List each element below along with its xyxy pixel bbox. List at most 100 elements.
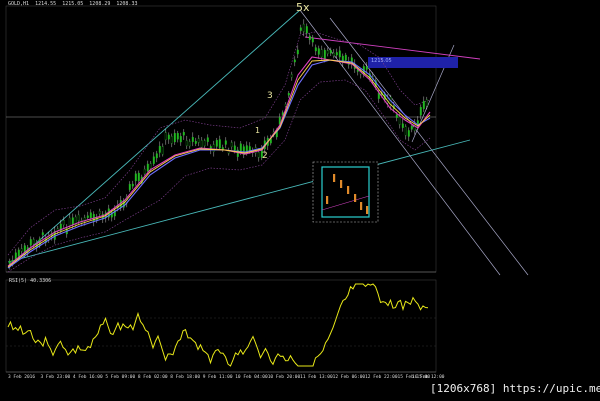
candle-body: [239, 143, 242, 152]
x-axis-label: 10 Feb 04:00: [235, 375, 268, 380]
chart-header: GOLD,H1 1214.55 1215.05 1208.29 1208.33: [8, 1, 137, 7]
candle-body: [320, 49, 323, 58]
candle-body: [152, 156, 155, 164]
candle-body: [86, 215, 89, 218]
ma-fast-line: [7, 56, 431, 267]
x-axis-label: 3 Feb 2016: [8, 375, 36, 380]
candle-body: [161, 146, 164, 155]
candle-body: [299, 27, 302, 31]
candle-body: [194, 141, 197, 144]
candle-body: [365, 66, 368, 70]
candle-body: [134, 173, 137, 182]
candle-body: [158, 145, 161, 153]
price-chart: [5, 5, 529, 373]
candle-body: [425, 99, 428, 107]
candle-body: [164, 132, 167, 141]
candle-body: [221, 147, 224, 150]
x-axis-label: 12 Feb 06:00: [332, 375, 366, 380]
candle-body: [173, 133, 176, 143]
candle-body: [131, 183, 134, 187]
candle-body: [203, 140, 206, 146]
x-axis-label: 5 Feb 09:00: [105, 375, 136, 380]
candle-body: [311, 37, 314, 43]
candle-body: [98, 211, 101, 214]
x-axis-label: 3 Feb 23:00: [40, 375, 71, 380]
candle-body: [137, 172, 140, 182]
x-axis-label: 4 Feb 16:00: [72, 375, 103, 380]
lower-trendline[interactable]: [7, 139, 471, 263]
candle-body: [257, 152, 260, 158]
candle-body: [179, 136, 182, 143]
candle-body: [329, 49, 332, 54]
inset-candle: [340, 180, 343, 188]
inset-outer-frame: [312, 161, 379, 223]
rsi-panel-frame: [5, 279, 437, 373]
candle-body: [338, 50, 341, 58]
candle-body: [290, 74, 293, 78]
candle-body: [68, 217, 71, 226]
rsi-line: [7, 283, 429, 367]
candle-body: [401, 123, 404, 128]
candle-body: [188, 141, 191, 147]
candle-body: [170, 136, 173, 144]
candle-body: [215, 139, 218, 147]
inset-chart[interactable]: [312, 161, 379, 223]
main-panel-frame: [5, 5, 437, 273]
candle-body: [344, 54, 347, 61]
upper-trendline[interactable]: [7, 9, 301, 269]
candle-body: [422, 101, 425, 109]
candle-body: [20, 248, 23, 252]
candle-body: [191, 137, 194, 142]
candle-body: [323, 49, 326, 60]
candle-body: [293, 59, 296, 63]
candle-body: [296, 49, 299, 55]
candle-body: [128, 184, 131, 190]
inset-candle: [347, 186, 350, 194]
candle-body: [314, 47, 317, 52]
candle-body: [326, 50, 329, 54]
x-axis-label: 9 Feb 11:00: [202, 375, 233, 380]
candle-body: [302, 23, 305, 32]
candles-layer: [8, 19, 428, 270]
ohlc-readout: 1214.55 1215.05 1208.29 1208.33: [35, 1, 138, 7]
candle-body: [200, 140, 203, 148]
inset-candle: [354, 194, 357, 202]
candle-body: [143, 168, 146, 175]
candle-body: [71, 217, 74, 225]
inset-candle: [326, 196, 329, 204]
candle-body: [212, 144, 215, 152]
candle-body: [146, 163, 149, 172]
x-axis-label: 10 Feb 20:00: [267, 375, 301, 380]
wave-label-5x: 5x: [296, 1, 310, 14]
candle-body: [155, 153, 158, 159]
candle-body: [332, 52, 335, 56]
candle-body: [305, 26, 308, 34]
candle-body: [206, 137, 209, 142]
candle-body: [335, 52, 338, 56]
candle-body: [197, 138, 200, 143]
candle-body: [308, 35, 311, 40]
candle-body: [317, 48, 320, 55]
candle-body: [77, 214, 80, 221]
channel-line-2[interactable]: [329, 17, 529, 276]
inset-candle: [360, 202, 363, 210]
candle-body: [182, 132, 185, 136]
candle-body: [218, 139, 221, 149]
candle-body: [176, 133, 179, 140]
channel-line-1[interactable]: [299, 9, 501, 276]
x-axis-label: 16 Feb 12:00: [412, 375, 445, 380]
candle-body: [233, 145, 236, 151]
resistance-line[interactable]: [304, 36, 481, 60]
candle-body: [224, 140, 227, 145]
candle-body: [29, 239, 32, 246]
x-axis-label: 8 Feb 18:00: [170, 375, 201, 380]
candle-body: [287, 92, 290, 96]
candle-body: [407, 130, 410, 137]
candle-body: [149, 163, 152, 169]
footer-watermark: [1206x768] https://upic.me/: [430, 382, 600, 395]
x-axis-label: 8 Feb 02:00: [137, 375, 168, 380]
inset-candle: [333, 174, 336, 182]
wave-label-3: 3: [267, 91, 273, 101]
candle-body: [41, 232, 44, 236]
candle-body: [410, 126, 413, 130]
